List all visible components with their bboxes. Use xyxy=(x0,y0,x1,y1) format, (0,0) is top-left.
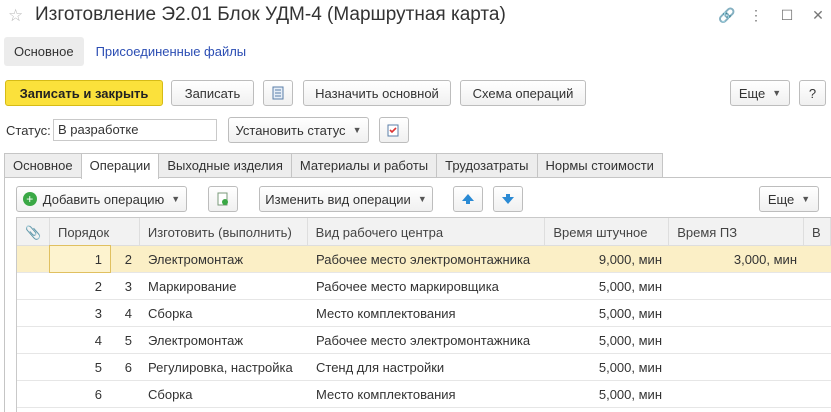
tab-labor[interactable]: Трудозатраты xyxy=(436,153,538,177)
make-cell: Электромонтаж xyxy=(148,252,244,267)
tab-main[interactable]: Основное xyxy=(4,153,82,177)
table-row[interactable]: 5 6 Регулировка, настройка Стенд для нас… xyxy=(17,354,831,381)
more-label: Еще xyxy=(738,85,766,101)
save-and-close-button[interactable]: Записать и закрыть xyxy=(5,80,163,106)
col-make[interactable]: Изготовить (выполнить) xyxy=(140,218,308,245)
tab-cost-norms[interactable]: Нормы стоимости xyxy=(536,153,663,177)
table-row[interactable]: 6 Сборка Место комплектования 5,000, мин xyxy=(17,381,831,408)
time-cell: 5,000, мин xyxy=(598,387,662,402)
time-cell: 5,000, мин xyxy=(598,306,662,321)
time-cell: 5,000, мин xyxy=(598,333,662,348)
maximize-icon[interactable]: ☐ xyxy=(780,7,794,24)
next-cell: 2 xyxy=(124,252,132,267)
favorite-star-icon[interactable]: ☆ xyxy=(8,6,23,26)
grid-more-button[interactable]: Еще ▼ xyxy=(759,186,819,212)
help-button[interactable]: ? xyxy=(799,80,826,106)
center-cell: Стенд для настройки xyxy=(316,360,445,375)
col-piece-time[interactable]: Время штучное xyxy=(545,218,670,245)
time-cell: 5,000, мин xyxy=(598,360,662,375)
col-order[interactable]: Порядок xyxy=(50,218,140,245)
chevron-down-icon: ▼ xyxy=(772,88,782,98)
nav-main-tab[interactable]: Основное xyxy=(4,36,84,66)
next-cell xyxy=(110,381,140,407)
tab-operations[interactable]: Операции xyxy=(80,153,160,179)
set-status-button[interactable]: Установить статус ▼ xyxy=(228,117,369,143)
center-cell: Рабочее место электромонтажника xyxy=(316,333,531,348)
pz-cell xyxy=(670,327,805,353)
next-cell: 5 xyxy=(124,333,132,348)
move-down-icon[interactable] xyxy=(493,186,523,212)
order-cell: 2 xyxy=(94,279,102,294)
form-nav: Основное Присоединенные файлы xyxy=(4,36,246,66)
table-row[interactable]: 4 5 Электромонтаж Рабочее место электром… xyxy=(17,327,831,354)
tab-output-products[interactable]: Выходные изделия xyxy=(158,153,292,177)
more-vertical-icon[interactable]: ⋮ xyxy=(749,7,763,24)
center-cell: Место комплектования xyxy=(316,387,456,402)
center-cell: Рабочее место маркировщика xyxy=(316,279,499,294)
operations-table: 📎 Порядок Изготовить (выполнить) Вид раб… xyxy=(16,217,831,412)
status-label: Статус: xyxy=(6,123,51,138)
order-cell: 6 xyxy=(94,387,102,402)
nav-files-link[interactable]: Присоединенные файлы xyxy=(96,44,247,59)
change-operation-type-button[interactable]: Изменить вид операции ▼ xyxy=(259,186,433,212)
title-bar: ☆ Изготовление Э2.01 Блок УДМ-4 (Маршрут… xyxy=(0,0,831,34)
make-cell: Сборка xyxy=(148,387,193,402)
set-status-label: Установить статус xyxy=(235,122,346,138)
pz-cell xyxy=(670,381,805,407)
operations-scheme-button[interactable]: Схема операций xyxy=(460,80,586,106)
center-cell: Рабочее место электромонтажника xyxy=(316,252,531,267)
form-tabs: Основное Операции Выходные изделия Матер… xyxy=(4,153,663,179)
attachment-icon[interactable]: 📎 xyxy=(17,218,50,245)
make-cell: Электромонтаж xyxy=(148,333,244,348)
col-setup-time[interactable]: Время ПЗ xyxy=(669,218,805,245)
time-cell: 9,000, мин xyxy=(598,252,662,267)
center-cell: Место комплектования xyxy=(316,306,456,321)
chevron-down-icon: ▼ xyxy=(417,194,427,204)
table-header: 📎 Порядок Изготовить (выполнить) Вид раб… xyxy=(17,218,831,246)
table-row[interactable]: 2 3 Маркирование Рабочее место маркировщ… xyxy=(17,273,831,300)
add-document-icon[interactable] xyxy=(208,186,238,212)
chevron-down-icon: ▼ xyxy=(352,125,362,135)
add-operation-button[interactable]: + Добавить операцию ▼ xyxy=(16,186,187,212)
order-cell: 3 xyxy=(94,306,102,321)
status-field[interactable]: В разработке xyxy=(53,119,217,141)
link-icon[interactable]: 🔗 xyxy=(718,7,735,24)
time-cell: 5,000, мин xyxy=(598,279,662,294)
report-icon[interactable] xyxy=(263,80,293,106)
grid-more-label: Еще xyxy=(767,191,795,207)
next-cell: 4 xyxy=(124,306,132,321)
pz-cell xyxy=(670,300,805,326)
table-row[interactable]: 1 2 Электромонтаж Рабочее место электром… xyxy=(17,245,831,273)
pz-cell: 3,000, мин xyxy=(733,252,797,267)
col-truncated[interactable]: В xyxy=(804,218,831,245)
add-icon: + xyxy=(22,192,37,206)
chevron-down-icon: ▼ xyxy=(801,194,811,204)
more-button[interactable]: Еще ▼ xyxy=(730,80,790,106)
next-cell: 6 xyxy=(124,360,132,375)
make-cell: Регулировка, настройка xyxy=(148,360,293,375)
make-cell: Маркирование xyxy=(148,279,237,294)
add-operation-label: Добавить операцию xyxy=(42,191,165,207)
next-cell: 3 xyxy=(124,279,132,294)
chevron-down-icon: ▼ xyxy=(171,194,181,204)
window-title: Изготовление Э2.01 Блок УДМ-4 (Маршрутна… xyxy=(35,4,506,25)
order-cell: 5 xyxy=(94,360,102,375)
order-cell: 4 xyxy=(94,333,102,348)
status-history-icon[interactable] xyxy=(379,117,409,143)
move-up-icon[interactable] xyxy=(453,186,483,212)
make-cell: Сборка xyxy=(148,306,193,321)
pz-cell xyxy=(670,354,805,380)
table-row[interactable]: 3 4 Сборка Место комплектования 5,000, м… xyxy=(17,300,831,327)
change-view-label: Изменить вид операции xyxy=(265,191,411,207)
pz-cell xyxy=(670,273,805,299)
col-work-center[interactable]: Вид рабочего центра xyxy=(308,218,546,245)
set-main-button[interactable]: Назначить основной xyxy=(303,80,451,106)
close-icon[interactable]: ✕ xyxy=(811,7,825,24)
order-cell[interactable]: 1 xyxy=(49,245,111,273)
save-button[interactable]: Записать xyxy=(171,80,254,106)
tab-materials-works[interactable]: Материалы и работы xyxy=(290,153,438,177)
